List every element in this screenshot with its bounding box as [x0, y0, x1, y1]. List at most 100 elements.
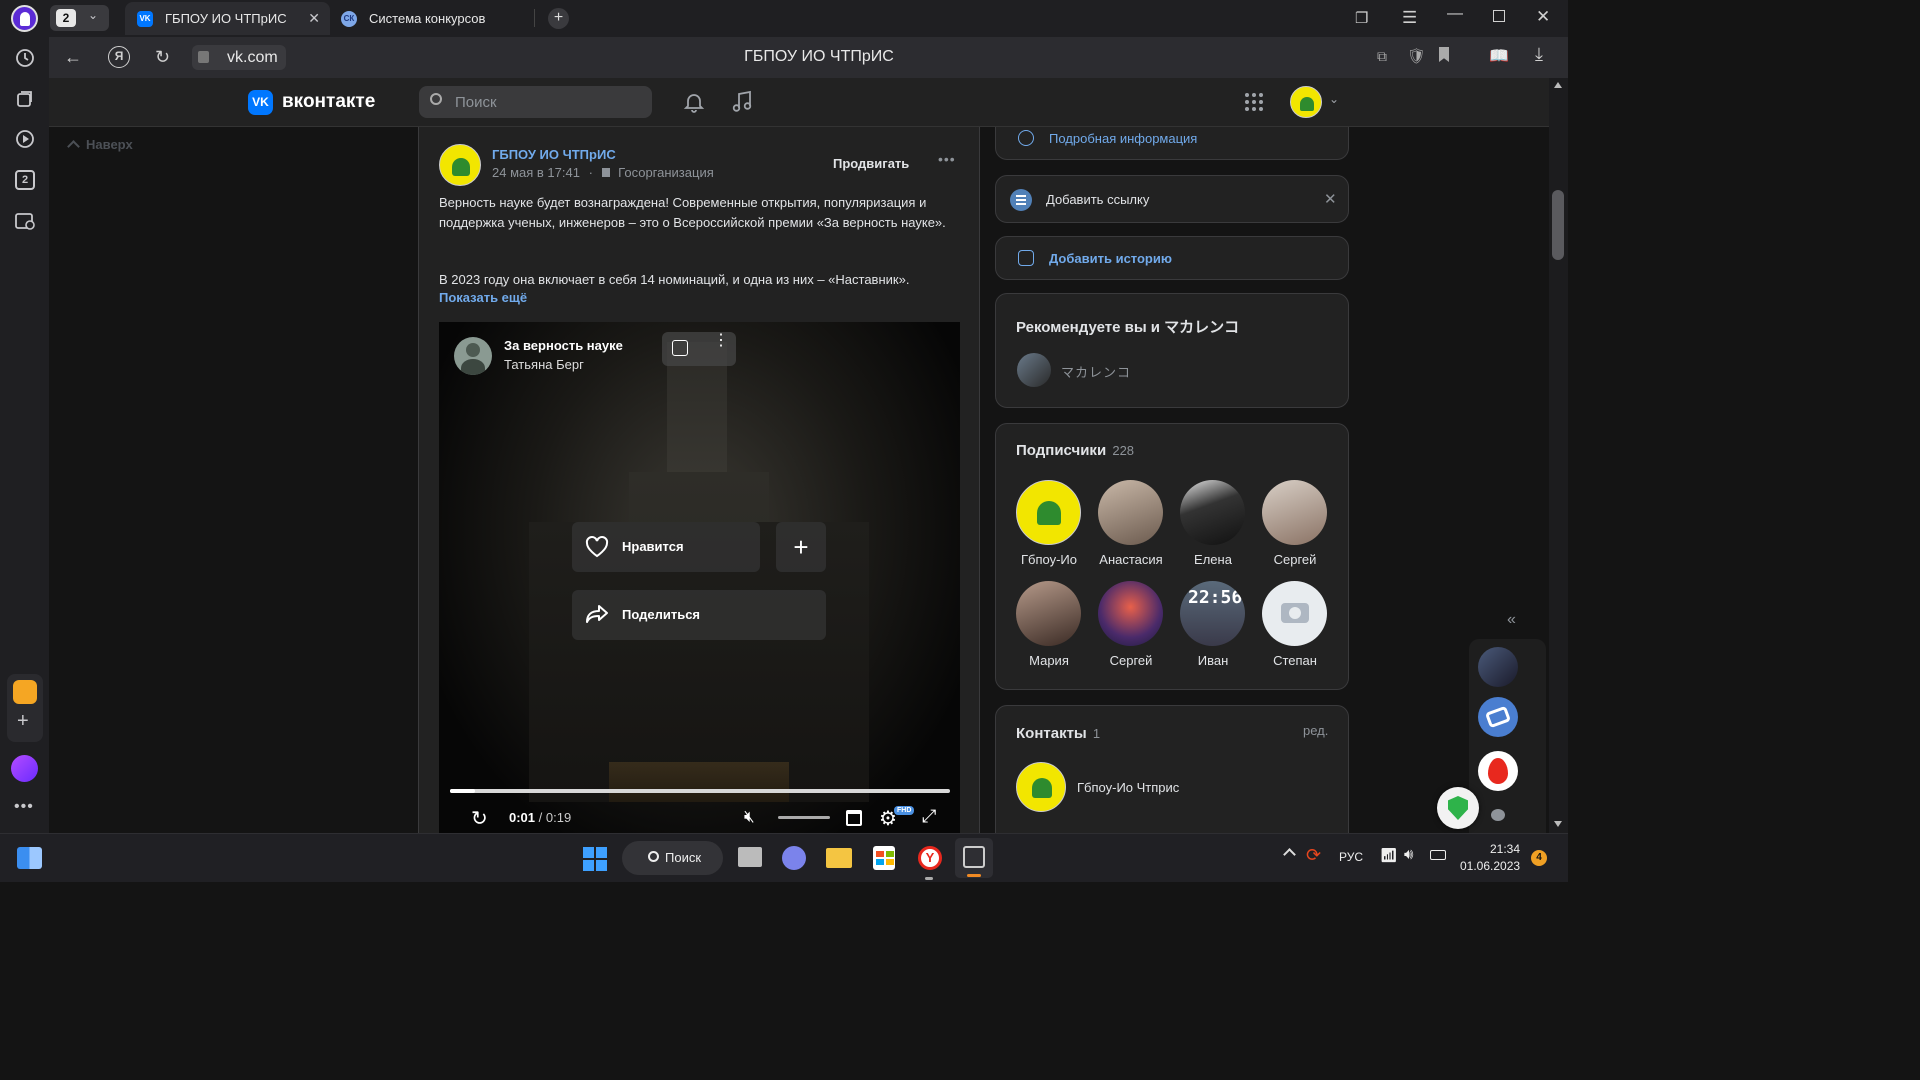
recommend-name[interactable]: マカレンコ: [1061, 362, 1131, 381]
miniplayer-icon[interactable]: [846, 810, 862, 826]
chat-avatar[interactable]: [1478, 647, 1518, 687]
bookmark-icon[interactable]: [1439, 47, 1449, 62]
page-scrollbar[interactable]: [1549, 78, 1568, 833]
mute-icon[interactable]: 🔇︎: [744, 807, 755, 827]
contact-avatar[interactable]: [1016, 762, 1066, 812]
video-player[interactable]: За верность науке Татьяна Берг ⋮ Нравитс…: [439, 322, 960, 833]
security-shield-icon[interactable]: [1437, 787, 1479, 829]
protect-icon[interactable]: 🛡: [1407, 47, 1426, 65]
fullscreen-icon[interactable]: ⤢: [922, 806, 936, 827]
tab-contests[interactable]: СК Система конкурсов: [339, 2, 529, 35]
post-author[interactable]: ГБПОУ ИО ЧТПрИС: [492, 147, 616, 162]
message-icon[interactable]: [1491, 809, 1505, 821]
close-icon[interactable]: ✕: [1324, 190, 1337, 208]
contacts-header[interactable]: Контакты 1: [1016, 725, 1100, 742]
reader-icon[interactable]: 📖: [1489, 46, 1509, 66]
back-icon[interactable]: ←: [64, 47, 82, 68]
scroll-up-icon[interactable]: [1554, 82, 1562, 88]
url-field[interactable]: vk.com: [192, 45, 286, 70]
apps-grid-icon[interactable]: [1245, 93, 1263, 111]
volume-icon[interactable]: 🔊︎: [1404, 846, 1413, 863]
subscriber-name[interactable]: Сергей: [1255, 552, 1335, 567]
translate-icon[interactable]: ⧉: [1377, 48, 1387, 65]
subscriber-name[interactable]: Степан: [1255, 653, 1335, 668]
tab-vk[interactable]: VK ГБПОУ ИО ЧТПрИС ✕: [125, 2, 330, 35]
more-icon[interactable]: •••: [14, 798, 34, 816]
video-title[interactable]: За верность науке: [504, 338, 623, 353]
add-link-card[interactable]: Добавить ссылку ✕: [995, 175, 1349, 223]
scroll-thumb[interactable]: [1552, 190, 1564, 260]
battery-icon[interactable]: [1430, 850, 1446, 860]
store-icon[interactable]: [873, 846, 895, 870]
collections-icon[interactable]: [12, 86, 38, 112]
post-more-icon[interactable]: •••: [938, 151, 956, 167]
more-info-link[interactable]: Подробная информация: [1049, 131, 1197, 146]
subscriber-avatar[interactable]: [1016, 581, 1081, 646]
history-icon[interactable]: [12, 45, 38, 71]
contacts-edit-link[interactable]: ред.: [1303, 723, 1328, 738]
chevron-up-icon[interactable]: [1283, 848, 1296, 861]
subscriber-avatar[interactable]: [1180, 480, 1245, 545]
subscriber-name[interactable]: Гбпоу-Ио: [1009, 552, 1089, 567]
add-story-card[interactable]: Добавить историю: [995, 236, 1349, 280]
subscriber-name[interactable]: Мария: [1009, 653, 1089, 668]
replay-icon[interactable]: ↻: [471, 806, 488, 831]
taskbar-search[interactable]: Поиск: [622, 841, 723, 875]
subscriber-avatar[interactable]: [1016, 480, 1081, 545]
menu-icon[interactable]: ☰: [1402, 8, 1417, 28]
collapse-chats-icon[interactable]: «: [1507, 611, 1516, 629]
chat-avatar[interactable]: [1478, 751, 1518, 791]
show-more-link[interactable]: Показать ещё: [439, 290, 527, 305]
subscriber-name[interactable]: Иван: [1173, 653, 1253, 668]
bookmarks-panel-icon[interactable]: ❐: [1355, 9, 1368, 27]
music-icon[interactable]: [731, 90, 753, 119]
start-icon[interactable]: [583, 847, 607, 871]
teams-chat-icon[interactable]: [782, 846, 806, 870]
yandex-browser-icon[interactable]: Y: [918, 846, 942, 870]
subscriber-name[interactable]: Анастасия: [1091, 552, 1171, 567]
like-button[interactable]: Нравится: [572, 522, 760, 572]
new-tab-icon[interactable]: +: [548, 8, 569, 29]
subscriber-avatar[interactable]: [1262, 480, 1327, 545]
video-author-avatar[interactable]: [454, 337, 492, 375]
yandex-icon[interactable]: Я: [108, 46, 130, 68]
profile-avatar[interactable]: [11, 5, 38, 32]
snipping-tool-icon[interactable]: [955, 838, 993, 878]
scroll-to-top[interactable]: Наверх: [67, 137, 133, 153]
close-window-icon[interactable]: ✕: [1536, 7, 1550, 27]
clock[interactable]: 21:34 01.06.2023: [1460, 841, 1520, 875]
post-author-avatar[interactable]: [439, 144, 481, 186]
tab-counter-icon[interactable]: 2: [15, 170, 35, 190]
tab-group-button[interactable]: 2 ⌄: [50, 5, 109, 31]
vk-logo[interactable]: VK вконтакте: [248, 89, 375, 115]
download-icon[interactable]: ⤓: [1535, 44, 1543, 65]
chat-avatar[interactable]: [1478, 697, 1518, 737]
subscribers-header[interactable]: Подписчики 228: [1016, 442, 1134, 459]
screenshot-icon[interactable]: [12, 208, 38, 234]
wifi-icon[interactable]: 📶︎: [1380, 847, 1398, 864]
close-tab-icon[interactable]: ✕: [308, 10, 320, 27]
volume-slider[interactable]: [778, 816, 830, 819]
task-view-icon[interactable]: [738, 847, 762, 867]
video-author[interactable]: Татьяна Берг: [504, 357, 584, 372]
search-input[interactable]: Поиск: [419, 86, 652, 118]
subscriber-avatar[interactable]: [1098, 480, 1163, 545]
subscriber-avatar[interactable]: [1262, 581, 1327, 646]
share-button[interactable]: Поделиться: [572, 590, 826, 640]
subscriber-avatar[interactable]: [1098, 581, 1163, 646]
language-indicator[interactable]: РУС: [1339, 850, 1363, 864]
widgets-icon[interactable]: [17, 847, 42, 869]
contact-name[interactable]: Гбпоу-Ио Чтприс: [1077, 780, 1179, 795]
reload-icon[interactable]: ↻: [155, 47, 170, 68]
profile-menu[interactable]: ⌄: [1290, 86, 1344, 118]
maximize-icon[interactable]: [1493, 10, 1505, 22]
recommend-avatar[interactable]: [1017, 353, 1051, 387]
open-external-icon[interactable]: [672, 340, 688, 356]
video-progress-bar[interactable]: [450, 789, 950, 793]
subscriber-name[interactable]: Сергей: [1091, 653, 1171, 668]
promote-button[interactable]: Продвигать: [833, 156, 909, 171]
add-to-videos-button[interactable]: +: [776, 522, 826, 572]
notifications-bell-icon[interactable]: [683, 91, 705, 118]
file-explorer-icon[interactable]: [826, 848, 852, 868]
subscriber-name[interactable]: Елена: [1173, 552, 1253, 567]
